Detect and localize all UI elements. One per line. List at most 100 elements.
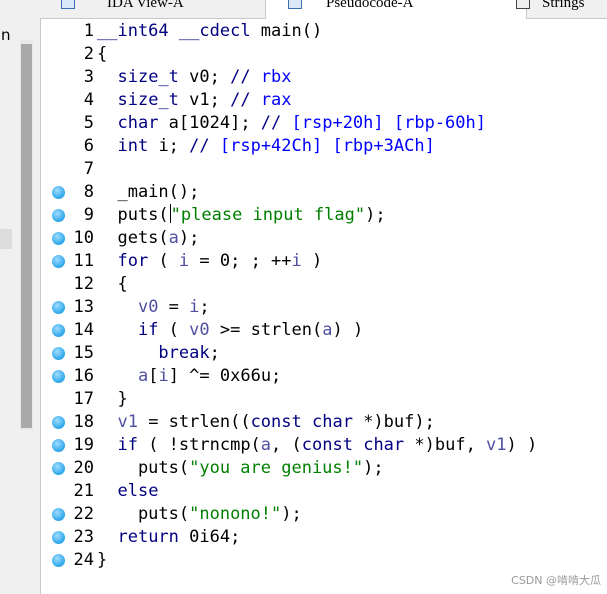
breakpoint-dot-icon[interactable] [52, 255, 65, 268]
line-number: 13 [73, 297, 94, 317]
breakpoint-dot-icon[interactable] [52, 209, 65, 222]
code-text[interactable]: puts("please input flag"); [97, 204, 386, 227]
code-line[interactable]: 6 int i; // [rsp+42Ch] [rbp+3ACh] [40, 135, 607, 158]
code-line[interactable]: 12 { [40, 273, 607, 296]
code-text[interactable]: char a[1024]; // [rsp+20h] [rbp-60h] [97, 112, 486, 135]
code-text[interactable]: puts("you are genius!"); [97, 457, 384, 480]
code-text[interactable]: int i; // [rsp+42Ch] [rbp+3ACh] [97, 135, 434, 158]
code-text[interactable]: return 0i64; [97, 526, 240, 549]
code-line[interactable]: 9 puts("please input flag"); [40, 204, 607, 227]
pseudocode-icon [288, 0, 302, 9]
breakpoint-dot-icon[interactable] [52, 416, 65, 429]
line-number: 2 [83, 44, 94, 64]
left-panel-partial-text: n [1, 26, 11, 44]
left-panel-scrollbar-thumb[interactable] [21, 44, 32, 428]
code-line[interactable]: 4 size_t v1; // rax [40, 89, 607, 112]
code-text[interactable]: v1 = strlen((const char *)buf); [97, 411, 434, 434]
code-line[interactable]: 1 __int64 __cdecl main() [40, 20, 607, 43]
code-line[interactable]: 21 else [40, 480, 607, 503]
left-panel: n [0, 0, 41, 594]
code-line[interactable]: 8 _main(); [40, 181, 607, 204]
left-panel-selection[interactable] [0, 229, 12, 249]
code-line[interactable]: 14 if ( v0 >= strlen(a) ) [40, 319, 607, 342]
code-text[interactable]: } [97, 549, 107, 572]
code-text[interactable]: for ( i = 0; ; ++i ) [97, 250, 322, 273]
code-text[interactable]: size_t v0; // rbx [97, 66, 291, 89]
code-line[interactable]: 13 v0 = i; [40, 296, 607, 319]
code-line[interactable]: 22 puts("nonono!"); [40, 503, 607, 526]
line-number: 24 [73, 550, 94, 570]
code-text[interactable]: if ( v0 >= strlen(a) ) [97, 319, 363, 342]
code-line[interactable]: 15 break; [40, 342, 607, 365]
breakpoint-dot-icon[interactable] [52, 324, 65, 337]
code-text[interactable]: gets(a); [97, 227, 199, 250]
breakpoint-dot-icon[interactable] [52, 439, 65, 452]
code-line[interactable]: 10 gets(a); [40, 227, 607, 250]
line-number: 16 [73, 366, 94, 386]
code-line[interactable]: 16 a[i] ^= 0x66u; [40, 365, 607, 388]
code-line[interactable]: 5 char a[1024]; // [rsp+20h] [rbp-60h] [40, 112, 607, 135]
code-text[interactable]: { [97, 273, 127, 296]
tab-ida-view[interactable]: IDA View-A [55, 0, 255, 18]
code-text[interactable]: _main(); [97, 181, 199, 204]
line-number: 6 [83, 136, 94, 156]
code-line[interactable]: 17 } [40, 388, 607, 411]
line-number: 18 [73, 412, 94, 432]
code-text[interactable]: v0 = i; [97, 296, 210, 319]
ida-view-icon [61, 0, 75, 9]
breakpoint-dot-icon[interactable] [52, 186, 65, 199]
code-line[interactable]: 23 return 0i64; [40, 526, 607, 549]
line-number: 17 [73, 389, 94, 409]
line-number: 8 [83, 182, 94, 202]
line-number: 3 [83, 67, 94, 87]
code-text[interactable]: else [97, 480, 158, 503]
code-text[interactable]: a[i] ^= 0x66u; [97, 365, 281, 388]
breakpoint-dot-icon[interactable] [52, 301, 65, 314]
breakpoint-dot-icon[interactable] [52, 531, 65, 544]
breakpoint-dot-icon[interactable] [52, 232, 65, 245]
code-line[interactable]: 18 v1 = strlen((const char *)buf); [40, 411, 607, 434]
code-line[interactable]: 2{ [40, 43, 607, 66]
code-text[interactable]: { [97, 43, 107, 66]
line-number: 23 [73, 527, 94, 547]
code-text[interactable]: } [97, 388, 127, 411]
line-number: 4 [83, 90, 94, 110]
line-number: 14 [73, 320, 94, 340]
code-text[interactable]: size_t v1; // rax [97, 89, 291, 112]
breakpoint-dot-icon[interactable] [52, 508, 65, 521]
line-number: 1 [83, 21, 94, 41]
line-number: 10 [73, 228, 94, 248]
line-number: 7 [83, 159, 94, 179]
pseudocode-editor[interactable]: 1 __int64 __cdecl main() 2{3 size_t v0; //… [40, 20, 607, 594]
code-line[interactable]: 3 size_t v0; // rbx [40, 66, 607, 89]
tab-pseudocode-label: Pseudocode-A [326, 0, 414, 11]
code-line[interactable]: 20 puts("you are genius!"); [40, 457, 607, 480]
breakpoint-dot-icon[interactable] [52, 462, 65, 475]
code-text[interactable]: if ( !strncmp(a, (const char *)buf, v1) … [97, 434, 537, 457]
code-line[interactable]: 7 [40, 158, 607, 181]
tab-bar: IDA View-A Pseudocode-A × Strings [40, 0, 607, 19]
code-text[interactable]: break; [97, 342, 219, 365]
code-line[interactable]: 11 for ( i = 0; ; ++i ) [40, 250, 607, 273]
code-text[interactable]: __int64 __cdecl main() [97, 20, 322, 43]
tab-strings[interactable]: Strings [510, 0, 607, 18]
code-line[interactable]: 24} [40, 549, 607, 572]
watermark: CSDN @啃啃大瓜 [511, 574, 601, 587]
line-number: 12 [73, 274, 94, 294]
code-text[interactable]: puts("nonono!"); [97, 503, 302, 526]
strings-icon [516, 0, 530, 9]
breakpoint-dot-icon[interactable] [52, 554, 65, 567]
line-number: 20 [73, 458, 94, 478]
line-number: 15 [73, 343, 94, 363]
line-number: 9 [83, 205, 94, 225]
breakpoint-dot-icon[interactable] [52, 370, 65, 383]
tab-strings-label: Strings [542, 0, 585, 11]
line-number: 11 [73, 251, 94, 271]
line-number: 21 [73, 481, 94, 501]
line-number: 22 [73, 504, 94, 524]
code-line[interactable]: 19 if ( !strncmp(a, (const char *)buf, v… [40, 434, 607, 457]
breakpoint-dot-icon[interactable] [52, 347, 65, 360]
tab-pseudocode[interactable]: Pseudocode-A × [265, 0, 527, 19]
tab-ida-view-label: IDA View-A [107, 0, 184, 11]
line-number: 5 [83, 113, 94, 133]
